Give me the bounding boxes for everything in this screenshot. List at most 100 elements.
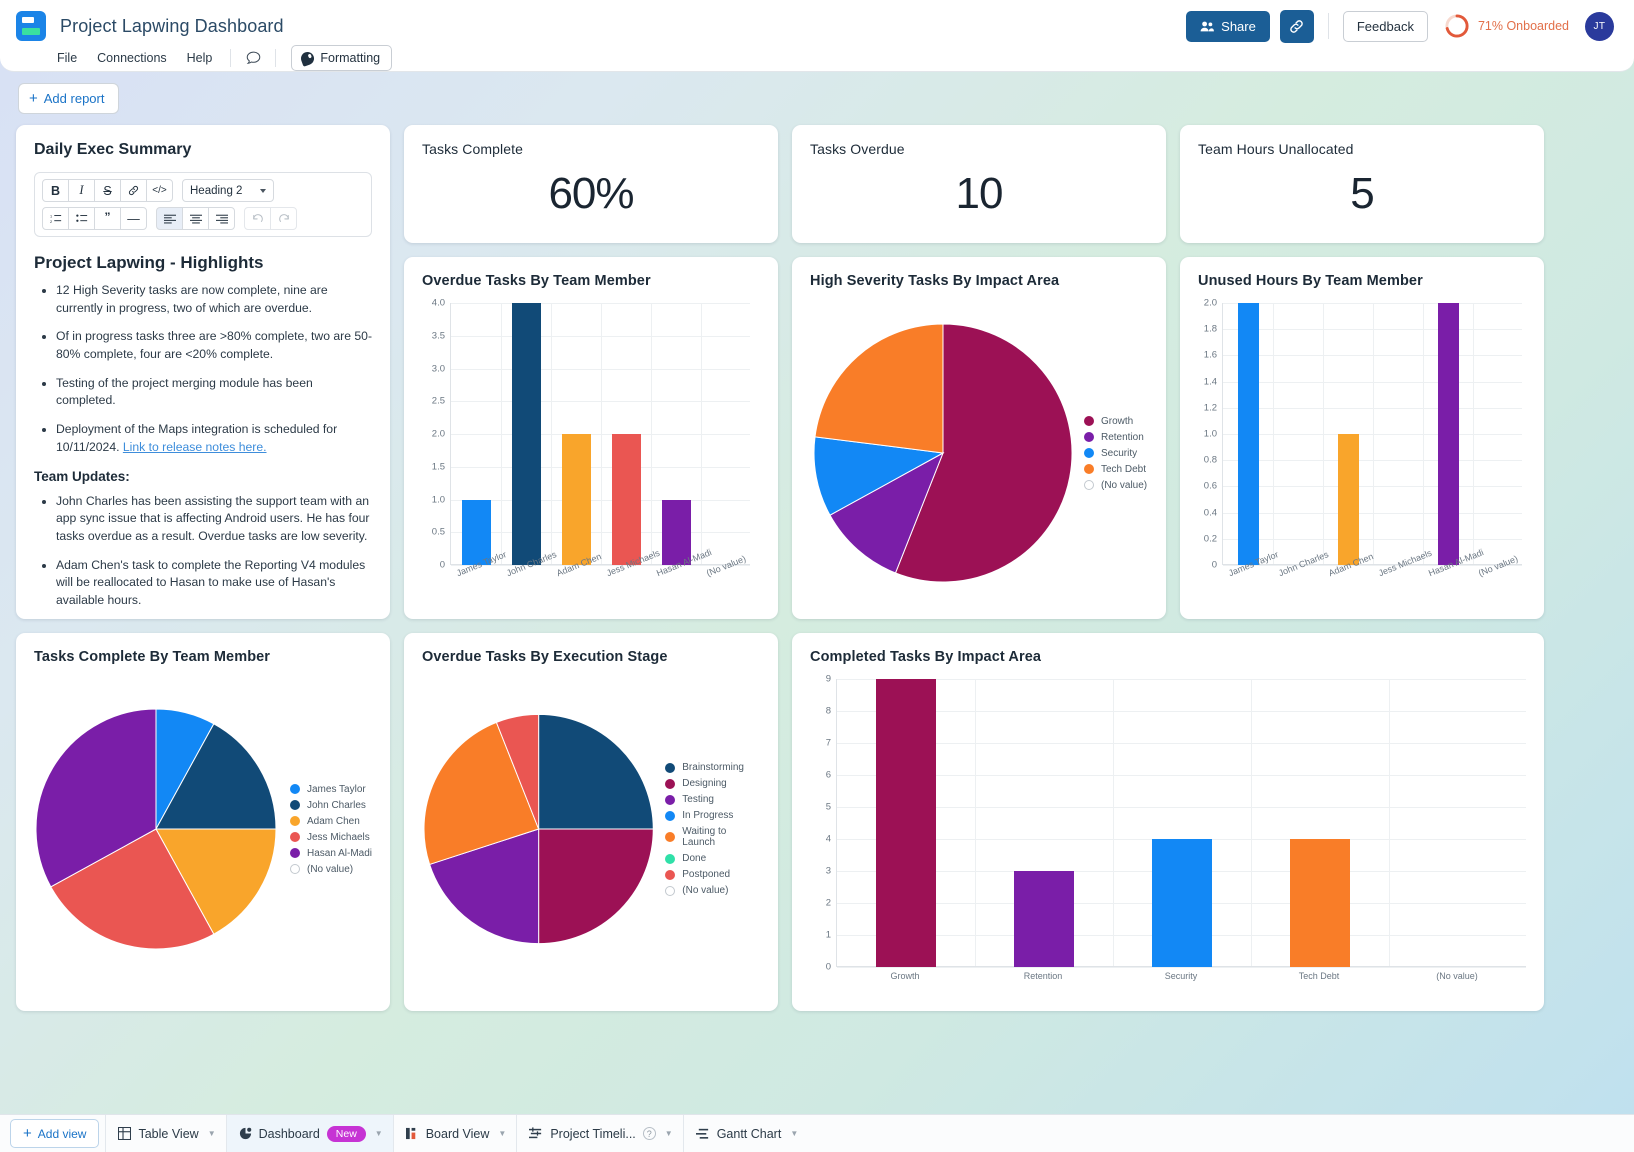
bar-chart-completed-by-impact[interactable]: 0 1 2 3 4 5 6 7 8 9 Growth Retention Security Tech De… bbox=[810, 674, 1526, 1011]
ordered-list-button[interactable]: 12 bbox=[42, 207, 69, 230]
bold-button[interactable]: B bbox=[42, 179, 69, 202]
view-tab-board-view[interactable]: Board View ▼ bbox=[392, 1115, 517, 1152]
legend-swatch bbox=[665, 885, 676, 896]
y-axis-tick: 4 bbox=[825, 833, 831, 845]
redo-icon bbox=[278, 213, 290, 224]
card-team-hours-unallocated: Team Hours Unallocated 5 bbox=[1180, 125, 1544, 243]
bar[interactable] bbox=[1289, 839, 1351, 967]
add-report-button[interactable]: + Add report bbox=[18, 83, 120, 114]
legend-item[interactable]: Growth bbox=[1084, 416, 1147, 427]
bar[interactable] bbox=[1337, 434, 1359, 565]
onboarding-progress[interactable]: 71% Onboarded bbox=[1444, 13, 1569, 39]
card-daily-exec-summary: Daily Exec Summary B I S </> Heading 2 1… bbox=[16, 125, 390, 619]
legend-label: (No value) bbox=[682, 885, 729, 896]
y-axis-tick: 1.2 bbox=[1203, 402, 1217, 414]
feedback-button[interactable]: Feedback bbox=[1342, 10, 1428, 42]
blockquote-button[interactable]: ” bbox=[94, 207, 121, 230]
share-button[interactable]: Share bbox=[1186, 10, 1270, 42]
heading-select[interactable]: Heading 2 bbox=[182, 179, 274, 202]
release-notes-link[interactable]: Link to release notes here. bbox=[123, 440, 267, 454]
legend-item[interactable]: James Taylor bbox=[289, 783, 372, 795]
bar[interactable] bbox=[875, 679, 937, 967]
legend-item[interactable]: Tech Debt bbox=[1084, 464, 1147, 475]
card-tasks-overdue: Tasks Overdue 10 bbox=[792, 125, 1166, 243]
legend-item[interactable]: Designing bbox=[665, 778, 760, 789]
menu-item-connections[interactable]: Connections bbox=[88, 46, 176, 70]
code-button[interactable]: </> bbox=[146, 179, 173, 202]
chevron-down-icon[interactable]: ▼ bbox=[498, 1129, 506, 1138]
help-icon[interactable]: ? bbox=[642, 1127, 656, 1140]
bar[interactable] bbox=[1151, 839, 1213, 967]
legend-label: Brainstorming bbox=[682, 762, 744, 773]
legend-item[interactable]: Jess Michaels bbox=[289, 832, 372, 843]
legend-item[interactable]: Hasan Al-Madi bbox=[289, 848, 372, 859]
align-left-button[interactable] bbox=[156, 207, 183, 230]
link-button[interactable] bbox=[120, 179, 147, 202]
legend-item[interactable]: (No value) bbox=[1084, 480, 1147, 491]
legend-item[interactable]: In Progress bbox=[665, 810, 760, 821]
bar[interactable] bbox=[1013, 871, 1075, 967]
pie-svg[interactable] bbox=[814, 324, 1072, 582]
add-view-button[interactable]: + Add view bbox=[10, 1119, 100, 1148]
pie-svg[interactable] bbox=[36, 709, 276, 949]
legend-item[interactable]: Brainstorming bbox=[665, 762, 760, 773]
italic-button[interactable]: I bbox=[68, 179, 95, 202]
legend-item[interactable]: John Charles bbox=[289, 800, 372, 811]
copy-link-button[interactable] bbox=[1279, 9, 1314, 43]
legend-item[interactable]: (No value) bbox=[665, 885, 760, 896]
bullet-list-button[interactable] bbox=[68, 207, 95, 230]
view-tab-gantt-chart[interactable]: Gantt Chart ▼ bbox=[682, 1115, 809, 1152]
kpi-value: 10 bbox=[955, 169, 1004, 218]
bar[interactable] bbox=[511, 303, 541, 565]
pie-chart-high-severity-by-impact[interactable]: Growth Retention Security Tech Debt (No valu… bbox=[810, 303, 1148, 603]
view-tab-dashboard[interactable]: Dashboard New ▼ bbox=[225, 1115, 393, 1152]
avatar[interactable]: JT bbox=[1585, 11, 1614, 41]
bar[interactable] bbox=[611, 434, 641, 565]
y-axis-tick: 0 bbox=[1211, 559, 1217, 571]
bar[interactable] bbox=[1237, 303, 1259, 565]
divider bbox=[230, 49, 232, 67]
bar-chart-unused-hours-by-member[interactable]: 0 0.2 0.4 0.6 0.8 1.0 1.2 1.4 1.6 1.8 2.0 James Tay… bbox=[1198, 298, 1526, 619]
legend-item[interactable]: Waiting to Launch bbox=[665, 826, 760, 848]
chevron-down-icon[interactable]: ▼ bbox=[375, 1129, 383, 1138]
legend-swatch bbox=[1084, 464, 1094, 474]
legend-item[interactable]: Done bbox=[665, 853, 760, 864]
view-tab-table-view[interactable]: Table View ▼ bbox=[105, 1115, 225, 1152]
x-axis-label: (No value) bbox=[1436, 971, 1478, 981]
horizontal-rule-button[interactable]: — bbox=[120, 207, 147, 230]
bar[interactable] bbox=[561, 434, 591, 565]
bar[interactable] bbox=[1437, 303, 1459, 565]
pie-chart-tasks-complete-by-member[interactable]: James Taylor John Charles Adam Chen Jess Mi… bbox=[34, 679, 372, 979]
bar-chart-overdue-by-member[interactable]: 0 0.5 1.0 1.5 2.0 2.5 3.0 3.5 4.0 James Taylor Joh… bbox=[422, 298, 760, 619]
legend-swatch bbox=[665, 869, 676, 880]
comment-icon[interactable] bbox=[240, 46, 266, 70]
y-axis-tick: 1.5 bbox=[431, 461, 445, 473]
legend-item[interactable]: Testing bbox=[665, 794, 760, 805]
y-axis-tick: 2.0 bbox=[431, 428, 445, 440]
strikethrough-button[interactable]: S bbox=[94, 179, 121, 202]
legend-label: In Progress bbox=[682, 810, 734, 821]
align-right-button[interactable] bbox=[208, 207, 235, 230]
legend-label: James Taylor bbox=[306, 783, 366, 795]
pie-chart-overdue-by-stage[interactable]: Brainstorming Designing Testing In Progress… bbox=[422, 679, 760, 979]
menu-item-help[interactable]: Help bbox=[178, 46, 222, 70]
menu-bar: File Connections Help Formatting bbox=[0, 42, 1634, 72]
chevron-down-icon[interactable]: ▼ bbox=[790, 1129, 798, 1138]
legend-item[interactable]: Security bbox=[1084, 448, 1147, 459]
undo-button[interactable] bbox=[244, 207, 271, 230]
chevron-down-icon[interactable]: ▼ bbox=[208, 1129, 216, 1138]
legend-item[interactable]: Adam Chen bbox=[289, 816, 372, 827]
legend-item[interactable]: Postponed bbox=[665, 869, 760, 880]
legend-item[interactable]: (No value) bbox=[289, 864, 372, 875]
align-center-button[interactable] bbox=[182, 207, 209, 230]
formatting-button[interactable]: Formatting bbox=[291, 45, 393, 71]
view-tab-label: Dashboard bbox=[258, 1126, 320, 1141]
y-axis-tick: 0 bbox=[439, 559, 445, 571]
legend-item[interactable]: Retention bbox=[1084, 432, 1147, 443]
menu-item-file[interactable]: File bbox=[48, 46, 86, 70]
view-tab-project-timeli[interactable]: Project Timeli...? ▼ bbox=[516, 1115, 682, 1152]
y-axis-tick: 1 bbox=[825, 929, 831, 941]
chevron-down-icon[interactable]: ▼ bbox=[665, 1129, 673, 1138]
redo-button[interactable] bbox=[270, 207, 297, 230]
pie-svg[interactable] bbox=[424, 712, 654, 946]
